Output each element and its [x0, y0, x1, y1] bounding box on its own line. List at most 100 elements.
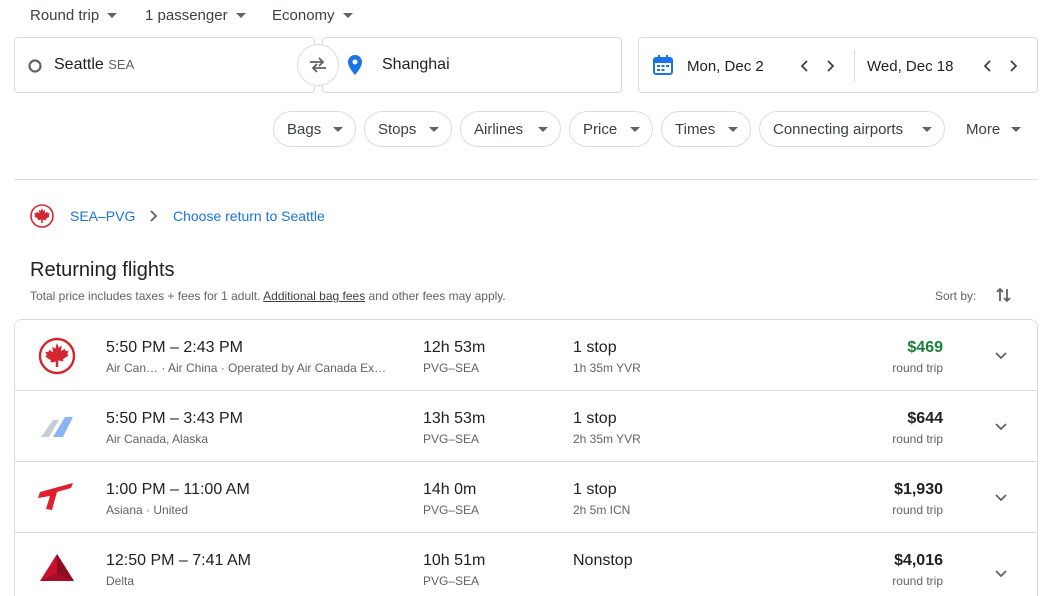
cabin-class-label: Economy — [272, 6, 335, 24]
filter-airlines-chip[interactable]: Airlines — [460, 111, 561, 147]
destination-field[interactable]: Shanghai — [322, 37, 622, 93]
filter-label: Connecting airports — [773, 120, 904, 138]
flight-route: PVG–SEA — [423, 432, 480, 446]
flight-layover: 2h 5m ICN — [573, 503, 631, 517]
flight-price: $644 — [907, 410, 943, 427]
expand-chevron-icon[interactable] — [992, 418, 1010, 436]
caret-down-icon — [429, 127, 439, 132]
subtitle-text: Total price includes taxes + fees for 1 … — [30, 289, 264, 303]
flight-duration: 10h 51m — [423, 552, 486, 569]
filter-bags-chip[interactable]: Bags — [273, 111, 356, 147]
flight-price: $1,930 — [894, 481, 943, 498]
expand-chevron-icon[interactable] — [992, 347, 1010, 365]
filter-times-chip[interactable]: Times — [661, 111, 751, 147]
passengers-dropdown[interactable]: 1 passenger — [145, 6, 246, 24]
sort-by-label: Sort by: — [935, 289, 977, 303]
filter-connecting-airports-chip[interactable]: Connecting airports — [759, 111, 945, 147]
filter-label: Bags — [287, 120, 322, 138]
flight-airline: Delta — [106, 574, 135, 588]
results-title: Returning flights — [30, 259, 175, 281]
air-canada-maple-icon — [38, 337, 76, 375]
origin-code: SEA — [108, 57, 135, 72]
flight-layover: 2h 35m YVR — [573, 432, 641, 446]
calendar-icon[interactable] — [653, 55, 673, 75]
flight-airline: Air Canada, Alaska — [106, 432, 209, 446]
flight-duration: 14h 0m — [423, 481, 477, 498]
cabin-class-dropdown[interactable]: Economy — [272, 6, 353, 24]
flight-airline: Air Can… · Air China · Operated by Air C… — [106, 361, 387, 375]
flight-row[interactable]: 5:50 PM – 2:43 PM Air Can… · Air China ·… — [15, 320, 1037, 391]
flight-stops: 1 stop — [573, 410, 617, 427]
flight-stops: Nonstop — [573, 552, 633, 569]
date-divider — [854, 50, 855, 82]
chevron-right-icon[interactable] — [1005, 58, 1021, 74]
section-divider — [14, 179, 1038, 180]
flight-airline: Asiana · United — [106, 503, 189, 517]
origin-field[interactable]: Seattle SEA — [14, 37, 315, 93]
asiana-wing-icon — [38, 483, 73, 510]
expand-chevron-icon[interactable] — [992, 565, 1010, 583]
flight-route: PVG–SEA — [423, 361, 480, 375]
price-type: round trip — [892, 432, 943, 446]
bag-fees-link[interactable]: Additional bag fees — [263, 289, 365, 303]
flight-layover: 1h 35m YVR — [573, 361, 641, 375]
more-filters-button[interactable]: More — [966, 111, 1022, 147]
filter-label: Price — [583, 120, 618, 138]
swap-arrows-icon — [310, 57, 326, 73]
dates-field: Mon, Dec 2 Wed, Dec 18 — [638, 37, 1038, 93]
flight-row[interactable]: 12:50 PM – 7:41 AM Delta 10h 51m PVG–SEA… — [15, 533, 1037, 596]
flight-row[interactable]: 5:50 PM – 3:43 PM Air Canada, Alaska 13h… — [15, 391, 1037, 462]
flight-duration: 12h 53m — [423, 339, 486, 356]
caret-down-icon — [1011, 126, 1022, 132]
passengers-label: 1 passenger — [145, 6, 228, 24]
filter-label: Times — [675, 120, 716, 138]
flight-route: PVG–SEA — [423, 574, 480, 588]
destination-city: Shanghai — [382, 56, 450, 73]
price-type: round trip — [892, 361, 943, 375]
caret-down-icon — [107, 12, 118, 18]
price-type: round trip — [892, 574, 943, 588]
flight-price: $469 — [907, 339, 943, 356]
flight-price: $4,016 — [894, 552, 943, 569]
caret-down-icon — [630, 127, 640, 132]
filter-stops-chip[interactable]: Stops — [364, 111, 452, 147]
delta-widget-icon — [40, 554, 74, 581]
breadcrumb-current: Choose return to Seattle — [173, 208, 325, 224]
price-type: round trip — [892, 503, 943, 517]
origin-city: Seattle — [54, 56, 104, 73]
subtitle-text: and other fees may apply. — [365, 289, 506, 303]
more-label: More — [966, 120, 1001, 138]
location-pin-icon — [348, 55, 362, 75]
sort-icon[interactable] — [995, 286, 1013, 304]
breadcrumb-chevron-icon — [150, 210, 158, 222]
expand-chevron-icon[interactable] — [992, 489, 1010, 507]
caret-down-icon — [342, 12, 353, 18]
depart-date[interactable]: Mon, Dec 2 — [687, 58, 764, 75]
multi-airline-tail-icon — [41, 417, 73, 437]
chevron-left-icon[interactable] — [797, 58, 813, 74]
results-subtitle: Total price includes taxes + fees for 1 … — [30, 289, 506, 303]
caret-down-icon — [538, 127, 548, 132]
caret-down-icon — [235, 12, 246, 18]
filter-label: Airlines — [474, 120, 524, 138]
flight-times: 1:00 PM – 11:00 AM — [106, 481, 250, 498]
flight-times: 5:50 PM – 2:43 PM — [106, 339, 243, 356]
swap-origin-destination-button[interactable] — [297, 44, 339, 86]
flight-stops: 1 stop — [573, 481, 617, 498]
flight-row[interactable]: 1:00 PM – 11:00 AM Asiana · United 14h 0… — [15, 462, 1037, 533]
filter-price-chip[interactable]: Price — [569, 111, 653, 147]
caret-down-icon — [333, 127, 343, 132]
flight-times: 5:50 PM – 3:43 PM — [106, 410, 243, 427]
breadcrumb-outbound[interactable]: SEA–PVG — [70, 208, 135, 224]
caret-down-icon — [922, 127, 932, 132]
trip-type-dropdown[interactable]: Round trip — [30, 6, 118, 24]
return-date[interactable]: Wed, Dec 18 — [867, 58, 953, 75]
chevron-right-icon[interactable] — [822, 58, 838, 74]
chevron-left-icon[interactable] — [980, 58, 996, 74]
air-canada-logo-icon — [30, 204, 54, 228]
flight-results-list: 5:50 PM – 2:43 PM Air Can… · Air China ·… — [14, 319, 1038, 596]
trip-type-label: Round trip — [30, 6, 100, 24]
flight-stops: 1 stop — [573, 339, 617, 356]
filter-label: Stops — [378, 120, 417, 138]
flight-times: 12:50 PM – 7:41 AM — [106, 552, 251, 569]
